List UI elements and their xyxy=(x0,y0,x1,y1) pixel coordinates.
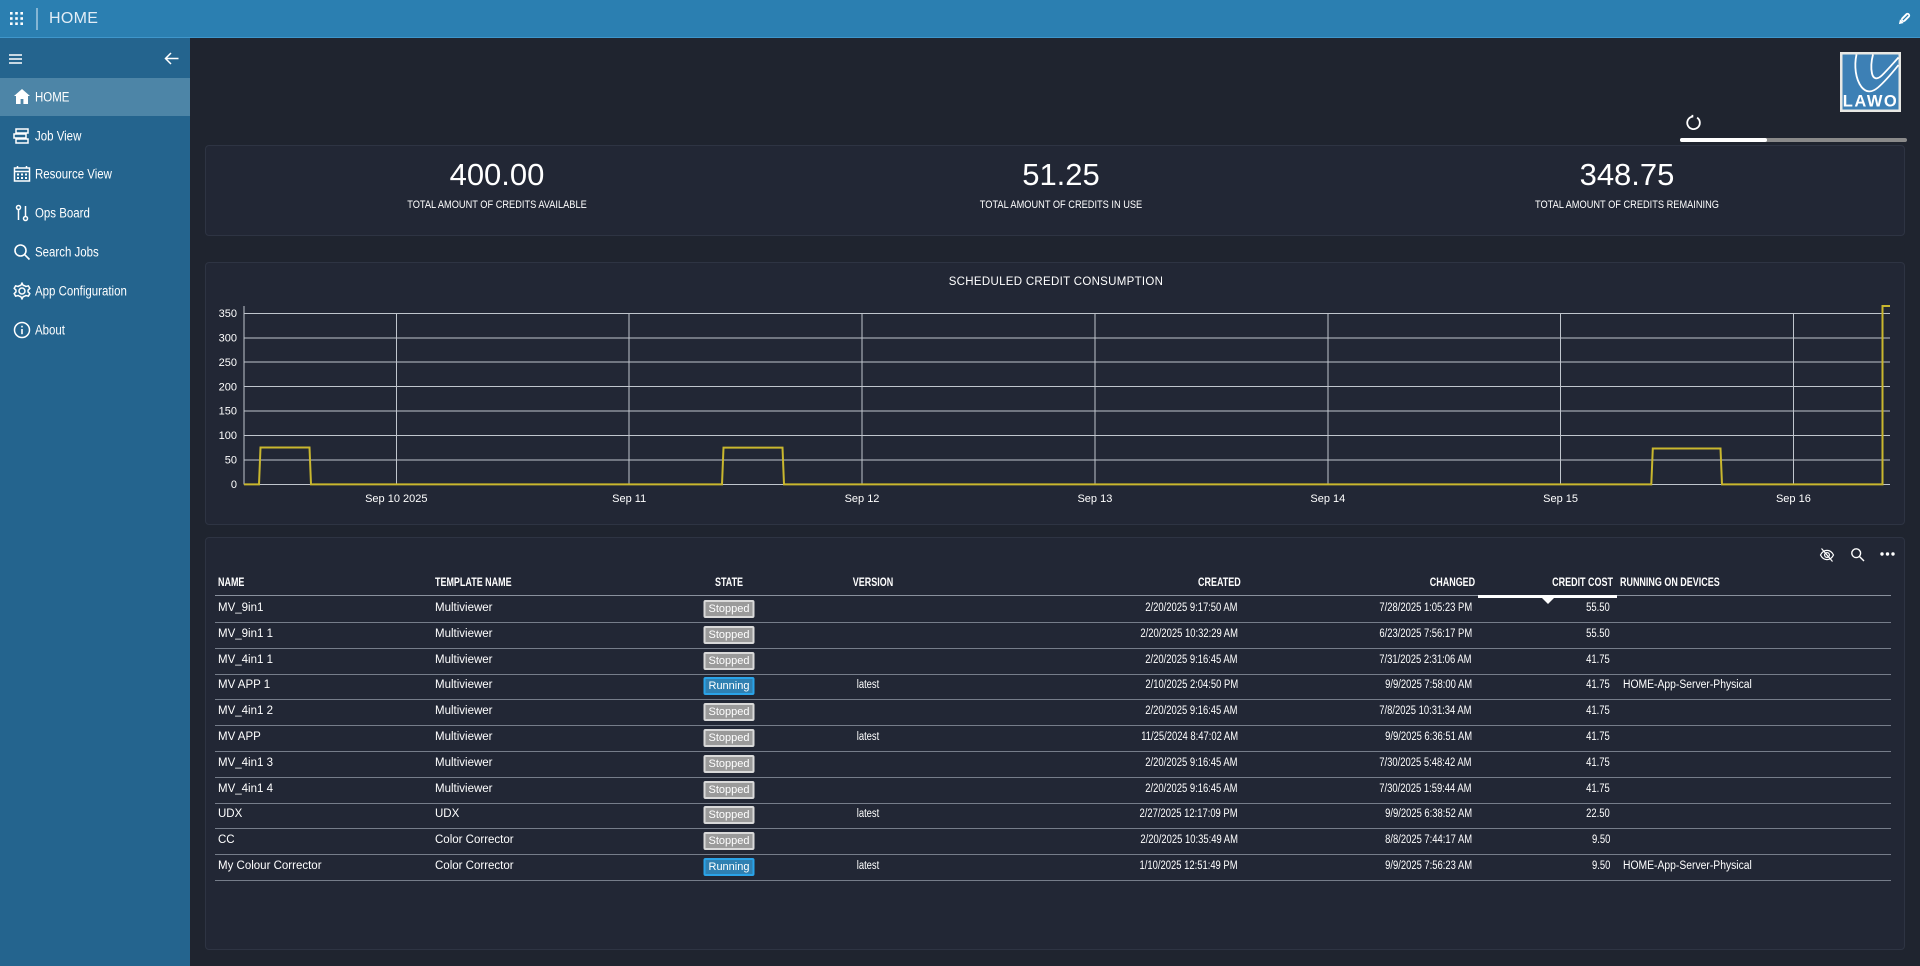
svg-text:Sep 11: Sep 11 xyxy=(612,493,646,505)
svg-text:300: 300 xyxy=(219,332,237,344)
svg-text:Sep 13: Sep 13 xyxy=(1077,493,1112,505)
svg-text:Sep 15: Sep 15 xyxy=(1543,493,1578,505)
svg-text:Sep 16: Sep 16 xyxy=(1776,493,1811,505)
svg-text:Sep 12: Sep 12 xyxy=(845,493,880,505)
svg-text:200: 200 xyxy=(219,381,237,393)
svg-text:Sep 14: Sep 14 xyxy=(1310,493,1345,505)
svg-text:100: 100 xyxy=(219,430,237,442)
svg-text:0: 0 xyxy=(231,479,237,491)
svg-text:50: 50 xyxy=(225,455,237,467)
svg-text:250: 250 xyxy=(219,357,237,369)
svg-text:LAWO: LAWO xyxy=(1843,93,1899,111)
svg-text:350: 350 xyxy=(219,308,237,320)
svg-text:Sep 10 2025: Sep 10 2025 xyxy=(365,493,427,505)
svg-text:150: 150 xyxy=(219,406,237,418)
